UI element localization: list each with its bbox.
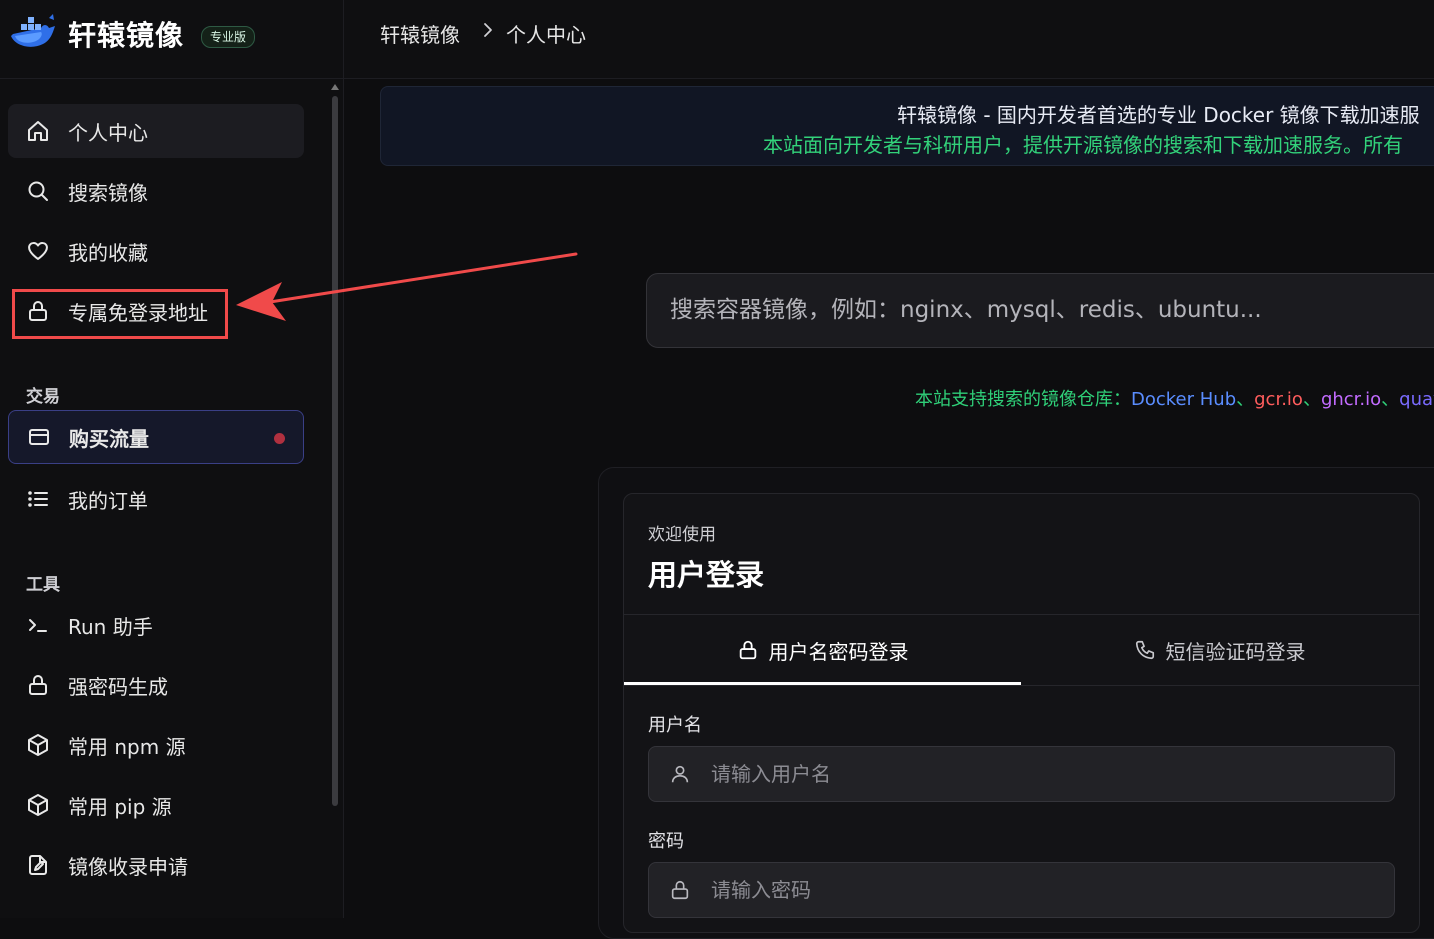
registry-link-ghcr[interactable]: ghcr.io	[1321, 389, 1381, 410]
sidebar-item-npm-source[interactable]: 常用 npm 源	[8, 718, 304, 772]
login-card: 欢迎使用 用户登录 用户名密码登录 短信验证码登录 用户名 密码	[623, 493, 1420, 933]
package-icon	[28, 734, 48, 756]
notification-dot	[274, 433, 285, 444]
password-field[interactable]	[648, 862, 1395, 918]
lock-icon	[739, 640, 756, 660]
card-icon	[29, 429, 49, 445]
tab-password-login[interactable]: 用户名密码登录	[624, 615, 1021, 685]
home-icon	[28, 121, 48, 141]
image-search-input[interactable]: 搜索容器镜像，例如：nginx、mysql、redis、ubuntu...	[646, 273, 1434, 348]
sidebar-item-label: 强密码生成	[68, 674, 168, 699]
sidebar-item-password-generator[interactable]: 强密码生成	[8, 658, 304, 712]
sidebar-item-label: 镜像收录申请	[68, 854, 188, 879]
sidebar-item-label: 个人中心	[68, 120, 148, 145]
sidebar: 轩辕镜像 专业版 个人中心 搜索镜像 我的收藏 专属免登录地址 交易 购买流量 …	[0, 0, 344, 918]
scroll-up-icon[interactable]	[331, 84, 339, 90]
user-icon	[671, 765, 689, 783]
registry-link-gcr[interactable]: gcr.io	[1254, 389, 1303, 410]
chevron-right-icon	[484, 23, 492, 37]
username-field[interactable]	[648, 746, 1395, 802]
sidebar-item-buy-traffic[interactable]: 购买流量	[8, 410, 304, 464]
registry-link-dockerhub[interactable]: Docker Hub	[1131, 389, 1236, 410]
terminal-icon	[29, 619, 47, 632]
sidebar-item-label: 我的收藏	[68, 240, 148, 265]
tab-sms-login[interactable]: 短信验证码登录	[1021, 615, 1418, 685]
section-title-trade: 交易	[26, 387, 60, 407]
registries-prefix: 本站支持搜索的镜像仓库：	[915, 389, 1131, 410]
heart-icon	[28, 242, 48, 260]
sidebar-item-orders[interactable]: 我的订单	[8, 472, 304, 526]
sidebar-item-run-helper[interactable]: Run 助手	[8, 598, 304, 652]
separator: 、	[1381, 389, 1400, 410]
sidebar-scrollbar[interactable]	[330, 84, 339, 806]
sidebar-item-label: 常用 npm 源	[68, 734, 186, 759]
annotation-arrow-icon	[236, 252, 578, 321]
lock-icon	[671, 880, 689, 900]
phone-icon	[1135, 640, 1154, 660]
login-title: 用户登录	[648, 558, 765, 592]
sidebar-item-label: 我的订单	[68, 488, 148, 513]
pro-badge: 专业版	[201, 26, 256, 48]
package-icon	[28, 794, 48, 816]
sidebar-item-profile[interactable]: 个人中心	[8, 104, 304, 158]
notice-banner: 轩辕镜像 - 国内开发者首选的专业 Docker 镜像下载加速服 本站面向开发者…	[380, 86, 1434, 166]
login-welcome: 欢迎使用	[648, 525, 716, 545]
divider	[624, 685, 1419, 686]
notice-title: 轩辕镜像 - 国内开发者首选的专业 Docker 镜像下载加速服	[897, 103, 1420, 127]
sidebar-item-search[interactable]: 搜索镜像	[8, 164, 304, 218]
separator: 、	[1236, 389, 1255, 410]
username-label: 用户名	[648, 715, 702, 736]
sidebar-item-label: 购买流量	[69, 426, 149, 451]
sidebar-item-label: 常用 pip 源	[68, 794, 172, 819]
sidebar-item-label: 搜索镜像	[68, 180, 148, 205]
sidebar-item-label: Run 助手	[68, 614, 153, 639]
edit-doc-icon	[29, 855, 47, 875]
search-icon	[28, 181, 48, 201]
brand-name[interactable]: 轩辕镜像	[68, 14, 184, 54]
username-input[interactable]	[709, 761, 1313, 787]
breadcrumb-current: 个人中心	[506, 23, 586, 47]
supported-registries: 本站支持搜索的镜像仓库：Docker Hub、gcr.io、ghcr.io、qu…	[915, 385, 1434, 411]
section-title-tools: 工具	[26, 575, 60, 595]
brand-header: 轩辕镜像 专业版	[0, 0, 343, 79]
sidebar-item-pip-source[interactable]: 常用 pip 源	[8, 778, 304, 832]
notice-description: 本站面向开发者与科研用户，提供开源镜像的搜索和下载加速服务。所有	[763, 133, 1403, 157]
scroll-thumb[interactable]	[332, 96, 338, 806]
lock-icon	[29, 675, 47, 695]
list-icon	[28, 491, 48, 507]
separator: 、	[1302, 389, 1321, 410]
tab-label: 短信验证码登录	[1165, 639, 1306, 664]
whale-logo-icon[interactable]	[9, 12, 57, 52]
tab-label: 用户名密码登录	[768, 639, 909, 664]
password-label: 密码	[648, 831, 684, 852]
password-input[interactable]	[709, 877, 1313, 903]
breadcrumb-home[interactable]: 轩辕镜像	[380, 19, 460, 48]
registry-link-quay[interactable]: quay	[1399, 389, 1434, 410]
sidebar-item-image-request[interactable]: 镜像收录申请	[8, 838, 304, 892]
topbar: 轩辕镜像 个人中心	[344, 0, 1434, 79]
annotation-highlight-box	[12, 289, 228, 339]
